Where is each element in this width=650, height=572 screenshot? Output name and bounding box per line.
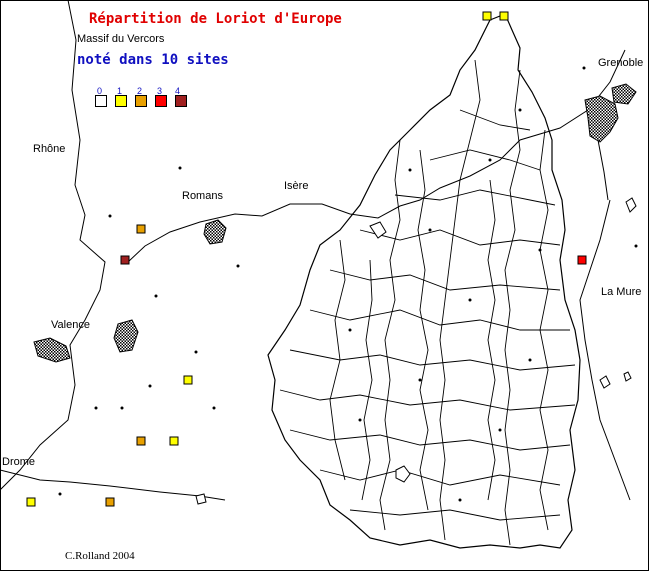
site-marker: [482, 11, 492, 21]
place-la-mure: La Mure: [601, 286, 642, 298]
rivers: [0, 0, 631, 501]
map-title: Répartition de Loriot d'Europe: [89, 11, 342, 27]
site-marker: [105, 497, 115, 507]
place-romans: Romans: [182, 190, 223, 202]
site-marker: [26, 497, 36, 507]
commune-boundaries: [279, 59, 576, 546]
site-marker: [169, 436, 179, 446]
urban-grenoble-north: [611, 83, 637, 105]
site-marker: [136, 436, 146, 446]
site-marker: [120, 255, 130, 265]
village-dots: [58, 66, 638, 502]
site-marker: [577, 255, 587, 265]
place-isere: Isère: [284, 180, 309, 192]
map-subtitle: Massif du Vercors: [77, 33, 165, 45]
urban-grenoble: [584, 95, 619, 143]
river-rhone: [0, 0, 106, 491]
legend-swatch-2: [135, 95, 147, 107]
river-drome: [0, 469, 226, 501]
river-vercors: [597, 139, 609, 201]
legend-swatch-3: [155, 95, 167, 107]
urban-romans: [203, 219, 227, 245]
place-drome: Drome: [2, 456, 36, 468]
urban-valence-west: [33, 337, 71, 363]
legend-swatch-4: [175, 95, 187, 107]
place-valence: Valence: [51, 319, 90, 331]
sites-layer: [26, 11, 587, 507]
map-page: Répartition de Loriot d'Europe Massif du…: [0, 0, 650, 572]
site-marker: [183, 375, 193, 385]
river-drac: [579, 199, 631, 501]
small-features: [195, 197, 637, 505]
place-grenoble: Grenoble: [598, 57, 644, 69]
site-marker: [499, 11, 509, 21]
urban-valence: [113, 319, 139, 353]
credit: C.Rolland 2004: [65, 550, 135, 562]
site-marker: [136, 224, 146, 234]
legend-swatch-1: [115, 95, 127, 107]
place-rhone: Rhône: [33, 143, 66, 155]
sites-count: noté dans 10 sites: [77, 52, 229, 68]
legend-swatch-0: [95, 95, 107, 107]
